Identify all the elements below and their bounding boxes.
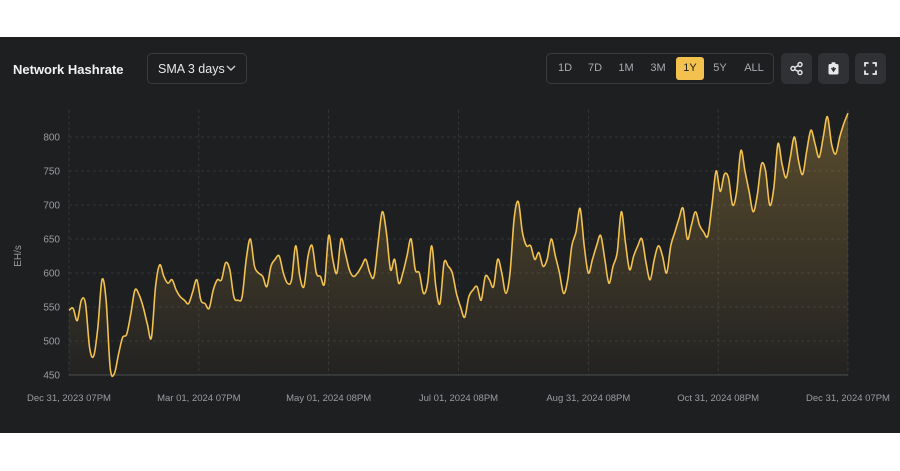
y-tick-label: 450 <box>43 371 60 382</box>
y-tick-label: 600 <box>43 269 60 280</box>
chart-panel: Network Hashrate SMA 3 days 1D 7D 1M 3M … <box>0 37 900 433</box>
x-tick-label: Jul 01, 2024 08PM <box>419 393 498 404</box>
x-tick-label: Dec 31, 2024 07PM <box>806 393 890 404</box>
x-tick-label: Oct 31, 2024 08PM <box>677 393 759 404</box>
hashrate-chart: 450 500 550 600 650 700 750 800 Dec 31, 2023 07P… <box>13 109 890 404</box>
y-tick-label: 800 <box>43 133 60 144</box>
x-tick-label: Dec 31, 2023 07PM <box>27 393 111 404</box>
y-tick-label: 700 <box>43 201 60 212</box>
y-tick-label: 500 <box>43 337 60 348</box>
x-tick-label: Mar 01, 2024 07PM <box>157 393 241 404</box>
y-tick-label: 650 <box>43 235 60 246</box>
x-tick-label: May 01, 2024 08PM <box>286 393 371 404</box>
y-tick-label: 550 <box>43 303 60 314</box>
y-axis-label: EH/s <box>13 245 24 267</box>
y-tick-label: 750 <box>43 167 60 178</box>
x-tick-label: Aug 31, 2024 08PM <box>546 393 630 404</box>
